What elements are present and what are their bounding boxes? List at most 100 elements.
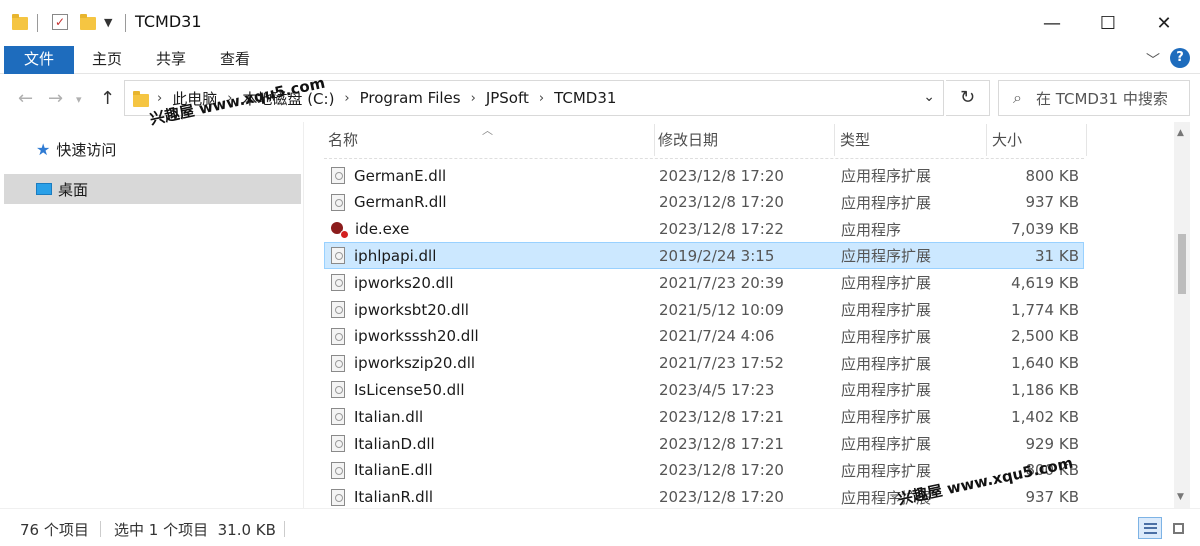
- file-row[interactable]: ipworks20.dll 2021/7/23 20:39 应用程序扩展 4,619 …: [324, 269, 1084, 296]
- search-placeholder[interactable]: 在 TCMD31 中搜索: [1036, 88, 1168, 109]
- file-row[interactable]: Italian.dll 2023/12/8 17:21 应用程序扩展 1,402 KB: [324, 403, 1084, 430]
- file-row[interactable]: iphlpapi.dll 2019/2/24 3:15 应用程序扩展 31 KB: [324, 242, 1084, 270]
- minimize-button[interactable]: —: [1024, 0, 1080, 46]
- file-type: 应用程序扩展: [841, 461, 932, 480]
- new-folder-icon[interactable]: [80, 14, 96, 34]
- file-date: 2023/12/8 17:20: [659, 488, 784, 507]
- chevron-down-icon[interactable]: ﹀: [1146, 50, 1160, 70]
- dll-file-icon: [331, 327, 345, 345]
- folder-icon: [12, 14, 28, 34]
- file-row[interactable]: IsLicense50.dll 2023/4/5 17:23 应用程序扩展 1,186…: [324, 376, 1084, 403]
- file-name: ipworksssh20.dll: [354, 327, 479, 346]
- file-size: 1,640 KB: [1011, 354, 1079, 373]
- scrollbar-thumb[interactable]: [1178, 234, 1186, 294]
- application-icon: [331, 221, 349, 240]
- search-box[interactable]: ⌕ 在 TCMD31 中搜索: [998, 80, 1190, 116]
- tab-file[interactable]: 文件: [4, 46, 74, 74]
- file-date: 2021/5/12 10:09: [659, 300, 784, 319]
- chevron-right-icon[interactable]: ›: [157, 91, 162, 106]
- file-name: ItalianE.dll: [354, 461, 433, 480]
- file-name: GermanR.dll: [354, 193, 447, 212]
- file-row[interactable]: ItalianD.dll 2023/12/8 17:21 应用程序扩展 929 KB: [324, 430, 1084, 457]
- column-divider[interactable]: [1086, 124, 1087, 156]
- sort-ascending-icon: ︿: [482, 124, 493, 137]
- file-row[interactable]: ipworkszip20.dll 2021/7/23 17:52 应用程序扩展 1,6…: [324, 350, 1084, 377]
- scroll-up-icon[interactable]: ▲: [1177, 128, 1184, 138]
- chevron-right-icon[interactable]: ›: [539, 91, 544, 106]
- status-separator: [100, 521, 101, 537]
- address-dropdown-icon[interactable]: ⌄: [923, 89, 935, 105]
- dll-file-icon: [331, 193, 345, 211]
- file-row[interactable]: ipworksbt20.dll 2021/5/12 10:09 应用程序扩展 1,77…: [324, 296, 1084, 323]
- file-size: 4,619 KB: [1011, 273, 1079, 292]
- dll-file-icon: [331, 167, 345, 184]
- breadcrumb-tcmd31[interactable]: TCMD31: [554, 89, 616, 107]
- column-header-size[interactable]: 大小: [984, 122, 1084, 158]
- file-date: 2023/12/8 17:21: [659, 434, 784, 453]
- back-arrow-icon[interactable]: ←: [18, 88, 33, 109]
- tab-share[interactable]: 共享: [144, 46, 198, 74]
- file-row[interactable]: GermanE.dll 2023/12/8 17:20 应用程序扩展 800 KB: [324, 162, 1084, 189]
- file-date: 2021/7/23 17:52: [659, 354, 784, 373]
- file-name: ItalianD.dll: [354, 434, 435, 453]
- maximize-button[interactable]: ☐: [1080, 0, 1136, 46]
- file-size: 1,186 KB: [1011, 380, 1079, 399]
- item-count: 76 个项目: [20, 521, 89, 539]
- file-size: 7,039 KB: [1011, 220, 1079, 239]
- file-name: IsLicense50.dll: [354, 380, 465, 399]
- file-row[interactable]: ide.exe 2023/12/8 17:22 应用程序 7,039 KB: [324, 216, 1084, 243]
- sidebar-item-desktop[interactable]: 桌面: [4, 174, 301, 204]
- help-icon[interactable]: ?: [1170, 48, 1190, 68]
- close-button[interactable]: ✕: [1136, 0, 1192, 46]
- forward-arrow-icon[interactable]: →: [48, 88, 63, 109]
- refresh-button[interactable]: ↻: [946, 80, 990, 116]
- warning-badge-icon: [340, 230, 349, 240]
- file-name-cell: Italian.dll: [331, 408, 423, 426]
- file-row[interactable]: GermanR.dll 2023/12/8 17:20 应用程序扩展 937 KB: [324, 189, 1084, 216]
- file-name-cell: ipworkszip20.dll: [331, 354, 475, 372]
- file-date: 2023/12/8 17:21: [659, 407, 784, 426]
- vertical-scrollbar[interactable]: ▲ ▼: [1174, 122, 1190, 508]
- tab-view[interactable]: 查看: [208, 46, 262, 74]
- file-type: 应用程序扩展: [841, 193, 932, 212]
- file-name-cell: ipworksssh20.dll: [331, 327, 479, 345]
- file-name-cell: GermanE.dll: [331, 167, 446, 185]
- sidebar-item-quick-access[interactable]: ★ 快速访问: [4, 134, 301, 164]
- file-name-cell: ItalianE.dll: [331, 461, 433, 479]
- tab-home[interactable]: 主页: [80, 46, 134, 74]
- customize-toolbar-icon[interactable]: ▼: [104, 16, 112, 36]
- star-icon: ★: [36, 139, 51, 159]
- file-date: 2023/12/8 17:20: [659, 193, 784, 212]
- file-name-cell: ide.exe: [331, 220, 409, 240]
- column-header-type[interactable]: 类型: [832, 122, 982, 158]
- column-header-date[interactable]: 修改日期: [650, 122, 830, 158]
- file-name: Italian.dll: [354, 407, 424, 426]
- details-view-icon: [1144, 523, 1157, 534]
- file-date: 2023/4/5 17:23: [659, 380, 775, 399]
- recent-locations-icon[interactable]: ▾: [76, 93, 82, 106]
- breadcrumb-program-files[interactable]: Program Files: [360, 89, 461, 107]
- file-name-cell: IsLicense50.dll: [331, 381, 465, 399]
- dll-file-icon: [331, 274, 345, 292]
- properties-icon[interactable]: ✓: [52, 14, 68, 34]
- file-type: 应用程序: [841, 220, 902, 239]
- file-name: ipworkszip20.dll: [354, 354, 476, 373]
- large-icons-view-button[interactable]: [1166, 517, 1190, 539]
- up-arrow-icon[interactable]: ↑: [100, 88, 115, 109]
- file-type: 应用程序扩展: [841, 381, 932, 400]
- file-row[interactable]: ipworksssh20.dll 2021/7/24 4:06 应用程序扩展 2,50…: [324, 323, 1084, 350]
- scroll-down-icon[interactable]: ▼: [1177, 492, 1184, 502]
- details-view-button[interactable]: [1138, 517, 1162, 539]
- file-name: ItalianR.dll: [354, 488, 434, 507]
- ribbon-tabs: 文件 主页 共享 查看 ﹀ ?: [0, 46, 1200, 74]
- file-size: 937 KB: [1025, 488, 1079, 507]
- file-date: 2023/12/8 17:22: [659, 220, 784, 239]
- chevron-right-icon[interactable]: ›: [344, 91, 349, 106]
- chevron-right-icon[interactable]: ›: [471, 91, 476, 106]
- dll-file-icon: [331, 354, 345, 372]
- status-separator: [284, 521, 285, 537]
- dll-file-icon: [331, 381, 345, 399]
- breadcrumb-jpsoft[interactable]: JPSoft: [486, 89, 529, 107]
- status-bar: 76 个项目 选中 1 个项目 31.0 KB: [0, 508, 1200, 546]
- title-bar: ✓ ▼ TCMD31 — ☐ ✕: [0, 0, 1200, 46]
